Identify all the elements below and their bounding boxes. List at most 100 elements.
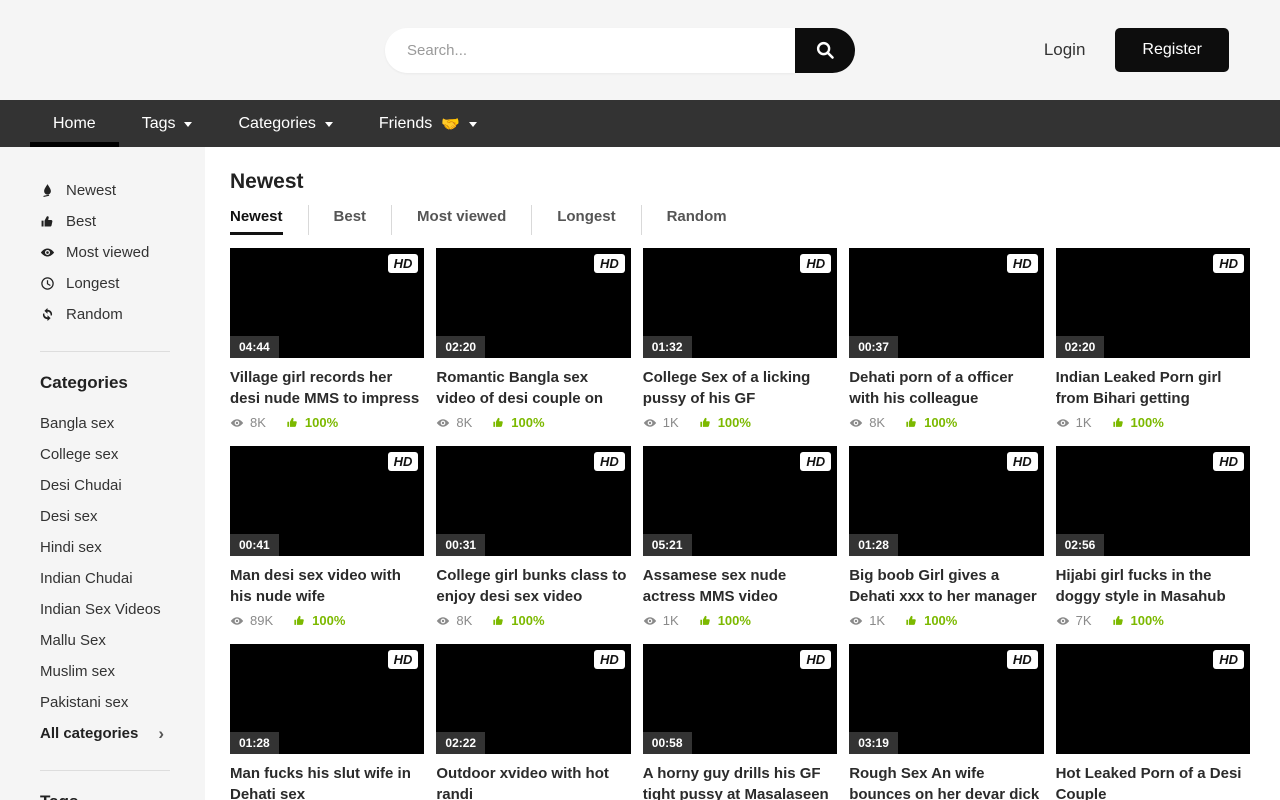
search-input[interactable]: [385, 28, 795, 73]
video-card[interactable]: HD00:41 Man desi sex video with his nude …: [230, 446, 424, 628]
category-link[interactable]: Desi sex: [40, 501, 205, 532]
video-title[interactable]: Big boob Girl gives a Dehati xxx to her …: [849, 565, 1043, 607]
video-thumbnail[interactable]: HD 03:19: [849, 644, 1043, 754]
tab-random[interactable]: Random: [641, 205, 752, 235]
search-button[interactable]: [795, 28, 855, 73]
video-card[interactable]: HD04:44 Village girl records her desi nud…: [230, 248, 424, 430]
video-thumbnail[interactable]: HD02:56: [1056, 446, 1250, 556]
view-count: 8K: [436, 415, 472, 430]
sync-icon: [40, 307, 55, 322]
sidebar-item-most-viewed[interactable]: Most viewed: [40, 237, 205, 268]
video-grid: HD04:44 Village girl records her desi nud…: [230, 248, 1250, 800]
hd-badge: HD: [1007, 650, 1038, 669]
video-title[interactable]: Village girl records her desi nude MMS t…: [230, 367, 424, 409]
category-link[interactable]: Indian Chudai: [40, 563, 205, 594]
login-link[interactable]: Login: [1044, 40, 1086, 60]
video-card[interactable]: HD05:21 Assamese sex nude actress MMS vid…: [643, 446, 837, 628]
sidebar-item-longest[interactable]: Longest: [40, 268, 205, 299]
video-title[interactable]: Hijabi girl fucks in the doggy style in …: [1056, 565, 1250, 607]
duration-badge: 00:31: [436, 534, 485, 556]
tab-most-viewed[interactable]: Most viewed: [391, 205, 531, 235]
nav-item-friends[interactable]: Friends🤝: [356, 100, 500, 147]
video-thumbnail[interactable]: HD04:44: [230, 248, 424, 358]
video-title[interactable]: College Sex of a licking pussy of his GF: [643, 367, 837, 409]
video-title[interactable]: Dehati porn of a officer with his collea…: [849, 367, 1043, 409]
video-thumbnail[interactable]: HD01:28: [849, 446, 1043, 556]
video-title[interactable]: Rough Sex An wife bounces on her devar d…: [849, 763, 1043, 800]
sidebar-item-label: Best: [66, 213, 96, 230]
video-card[interactable]: HD 03:19 Rough Sex An wife bounces on her …: [849, 644, 1043, 800]
category-link[interactable]: Mallu Sex: [40, 625, 205, 656]
like-percentage: 100%: [699, 613, 751, 628]
video-thumbnail[interactable]: HD00:37: [849, 248, 1043, 358]
video-card[interactable]: HD01:32 College Sex of a licking pussy of…: [643, 248, 837, 430]
category-link[interactable]: Desi Chudai: [40, 470, 205, 501]
video-title[interactable]: College girl bunks class to enjoy desi s…: [436, 565, 630, 607]
video-card[interactable]: HD00:31 College girl bunks class to enjoy…: [436, 446, 630, 628]
sidebar-item-best[interactable]: Best: [40, 206, 205, 237]
view-count: 1K: [643, 415, 679, 430]
video-thumbnail[interactable]: HD 02:22: [436, 644, 630, 754]
video-title[interactable]: Indian Leaked Porn girl from Bihari gett…: [1056, 367, 1250, 409]
video-card[interactable]: HD00:58 A horny guy drills his GF tight p…: [643, 644, 837, 800]
video-thumbnail[interactable]: HD00:41: [230, 446, 424, 556]
video-card[interactable]: HD00:37 Dehati porn of a officer with his…: [849, 248, 1043, 430]
nav-item-categories[interactable]: Categories: [215, 100, 355, 147]
sidebar-item-label: Newest: [66, 182, 116, 199]
eye-icon: [436, 416, 450, 430]
video-thumbnail[interactable]: HD01:32: [643, 248, 837, 358]
tab-longest[interactable]: Longest: [531, 205, 640, 235]
video-card[interactable]: HD02:20 Romantic Bangla sex video of desi…: [436, 248, 630, 430]
thumbs-up-icon: [1112, 614, 1125, 627]
category-link[interactable]: Bangla sex: [40, 408, 205, 439]
video-title[interactable]: Man fucks his slut wife in Dehati sex: [230, 763, 424, 800]
sidebar-item-random[interactable]: Random: [40, 299, 205, 330]
tags-heading: Tags: [40, 792, 205, 800]
all-categories-link[interactable]: All categories›: [40, 718, 205, 749]
video-thumbnail[interactable]: HD05:21: [643, 446, 837, 556]
hd-badge: HD: [594, 650, 625, 669]
eye-icon: [1056, 614, 1070, 628]
video-title[interactable]: Hot Leaked Porn of a Desi Couple: [1056, 763, 1250, 800]
duration-badge: 03:19: [849, 732, 898, 754]
video-card[interactable]: HD Hot Leaked Porn of a Desi Couple: [1056, 644, 1250, 800]
tab-best[interactable]: Best: [308, 205, 392, 235]
video-stats: 8K100%: [436, 613, 630, 628]
eye-icon: [230, 614, 244, 628]
nav-item-home[interactable]: Home: [30, 100, 119, 147]
video-card[interactable]: HD02:20 Indian Leaked Porn girl from Biha…: [1056, 248, 1250, 430]
thumbs-up-icon: [905, 416, 918, 429]
video-stats: 89K100%: [230, 613, 424, 628]
video-title[interactable]: Romantic Bangla sex video of desi couple…: [436, 367, 630, 409]
video-thumbnail[interactable]: HD02:20: [436, 248, 630, 358]
duration-badge: 02:22: [436, 732, 485, 754]
video-thumbnail[interactable]: HD00:31: [436, 446, 630, 556]
hd-badge: HD: [388, 650, 419, 669]
nav-item-tags[interactable]: Tags: [119, 100, 216, 147]
category-link[interactable]: Pakistani sex: [40, 687, 205, 718]
video-thumbnail[interactable]: HD01:28: [230, 644, 424, 754]
video-title[interactable]: A horny guy drills his GF tight pussy at…: [643, 763, 837, 800]
tab-label: Best: [334, 208, 367, 232]
video-title[interactable]: Assamese sex nude actress MMS video: [643, 565, 837, 607]
video-card[interactable]: HD01:28 Man fucks his slut wife in Dehati…: [230, 644, 424, 800]
view-count: 89K: [230, 613, 273, 628]
video-card[interactable]: HD02:56 Hijabi girl fucks in the doggy st…: [1056, 446, 1250, 628]
nav-item-label: Friends: [379, 115, 432, 133]
video-card[interactable]: HD01:28 Big boob Girl gives a Dehati xxx …: [849, 446, 1043, 628]
category-link[interactable]: College sex: [40, 439, 205, 470]
video-title[interactable]: Outdoor xvideo with hot randi: [436, 763, 630, 800]
video-card[interactable]: HD 02:22 Outdoor xvideo with hot randi: [436, 644, 630, 800]
tab-label: Newest: [230, 208, 283, 235]
category-link[interactable]: Indian Sex Videos: [40, 594, 205, 625]
video-thumbnail[interactable]: HD02:20: [1056, 248, 1250, 358]
video-thumbnail[interactable]: HD00:58: [643, 644, 837, 754]
register-button[interactable]: Register: [1115, 28, 1229, 72]
sidebar-item-newest[interactable]: Newest: [40, 175, 205, 206]
logo-area: [0, 0, 385, 100]
video-title[interactable]: Man desi sex video with his nude wife: [230, 565, 424, 607]
category-link[interactable]: Muslim sex: [40, 656, 205, 687]
category-link[interactable]: Hindi sex: [40, 532, 205, 563]
video-thumbnail[interactable]: HD: [1056, 644, 1250, 754]
tab-newest[interactable]: Newest: [230, 205, 308, 235]
